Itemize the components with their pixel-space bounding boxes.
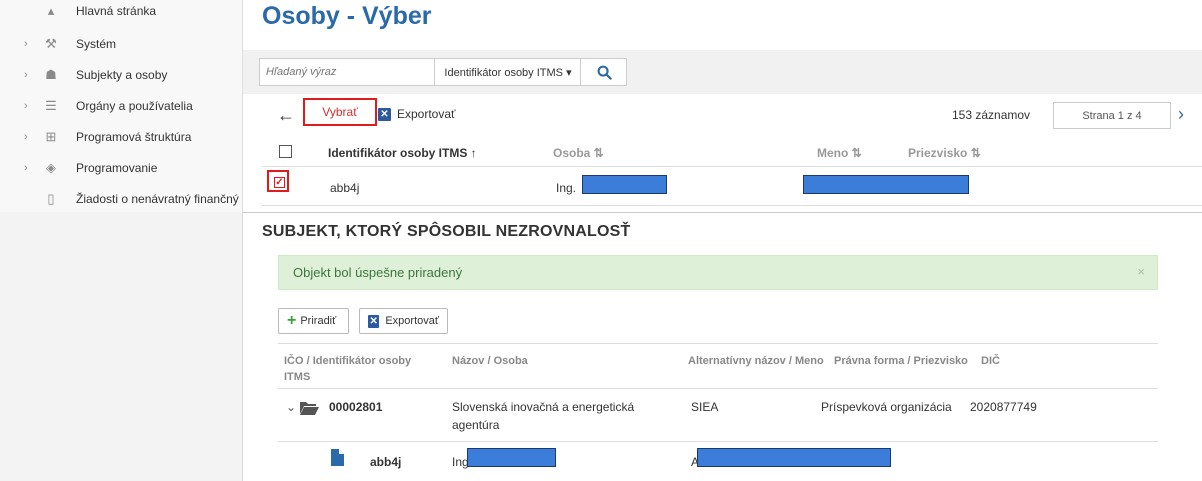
row-checkbox[interactable]: ✓: [274, 177, 285, 188]
redaction-block: [803, 175, 969, 194]
people-icon: ☗: [45, 67, 57, 82]
user-list-icon: ☰: [45, 98, 57, 113]
divider: [243, 212, 1202, 213]
search-input[interactable]: [260, 59, 434, 85]
table-row[interactable]: ✓ abb4j Ing.: [262, 167, 1202, 206]
excel-icon: ✕: [368, 314, 380, 328]
row-checkbox-highlight: ✓: [267, 170, 289, 192]
chevron-right-icon: ›: [24, 38, 28, 50]
table-row[interactable]: ⌄ 00002801 Slovenská inovačná a energeti…: [278, 388, 1158, 442]
subject-table-header: IČO / Identifikátor osoby ITMS Názov / O…: [278, 343, 1158, 389]
hierarchy-icon: ⊞: [45, 129, 57, 144]
select-button[interactable]: Vybrať: [303, 98, 377, 126]
wrench-icon: ⚒: [45, 36, 57, 51]
chevron-right-icon: ›: [24, 100, 28, 112]
cell-legal-form: Príspevková organizácia: [821, 400, 952, 414]
records-count: 153 záznamov: [952, 108, 1031, 122]
sidebar-menu: ▴ Hlavná stránka › ⚒ Systém › ☗ Subjekty…: [0, 0, 242, 212]
column-header-priezvisko[interactable]: Priezvisko ⇅: [908, 146, 981, 160]
column-header-osoba[interactable]: Osoba ⇅: [553, 146, 604, 160]
table-row[interactable]: abb4j Ing A: [278, 442, 1158, 481]
folder-open-icon: [300, 402, 319, 415]
alert-text: Objekt bol úspešne priradený: [293, 265, 463, 280]
back-arrow-icon[interactable]: ←: [277, 105, 295, 126]
assign-label: Priradiť: [300, 315, 337, 327]
export-button[interactable]: ✕ Exportovať: [378, 107, 456, 121]
redaction-block: [697, 448, 891, 467]
sidebar-item-organs[interactable]: › ☰ Orgány a používatelia: [0, 94, 242, 118]
results-table-header: Identifikátor osoby ITMS ↑ Osoba ⇅ Meno …: [262, 138, 1202, 167]
chevron-right-icon: ›: [24, 162, 28, 174]
sidebar-item-subjects[interactable]: › ☗ Subjekty a osoby: [0, 63, 242, 87]
chevron-right-icon: ›: [24, 69, 28, 81]
select-all-checkbox[interactable]: [279, 145, 292, 158]
export-label-2: Exportovať: [385, 315, 439, 327]
excel-icon: ✕: [378, 107, 391, 121]
export-label: Exportovať: [397, 107, 456, 121]
chevron-down-icon[interactable]: ⌄: [286, 398, 296, 416]
cell-id: abb4j: [330, 181, 360, 195]
export-button-2[interactable]: ✕ Exportovať: [359, 308, 448, 334]
page-selector[interactable]: Strana 1 z 4: [1053, 102, 1171, 129]
home-icon: ▴: [47, 3, 55, 18]
next-page-icon[interactable]: ›: [1178, 104, 1184, 125]
column-header-alt-name[interactable]: Alternatívny názov / Meno: [688, 353, 824, 369]
cell-dic: 2020877749: [970, 400, 1037, 414]
column-header-name[interactable]: Názov / Osoba: [452, 353, 528, 369]
section-title: SUBJEKT, KTORÝ SPÔSOBIL NEZROVNALOSŤ: [262, 223, 631, 240]
page-title: Osoby - Výber: [262, 2, 432, 30]
cell-ico: abb4j: [370, 455, 402, 469]
document-icon: ▯: [47, 191, 55, 206]
sidebar-item-system[interactable]: › ⚒ Systém: [0, 32, 242, 56]
column-header-id[interactable]: Identifikátor osoby ITMS ↑: [328, 146, 477, 160]
sidebar-item-programming[interactable]: › ◈ Programovanie: [0, 156, 242, 180]
success-alert: Objekt bol úspešne priradený ×: [278, 255, 1158, 290]
cell-alt-name: SIEA: [691, 400, 719, 414]
chevron-right-icon: ›: [24, 131, 28, 143]
cell-osoba: Ing.: [556, 181, 577, 195]
search-field-select[interactable]: Identifikátor osoby ITMS ▾: [434, 59, 581, 85]
column-header-meno[interactable]: Meno ⇅: [817, 146, 862, 160]
cell-name: Slovenská inovačná a energetická agentúr…: [452, 400, 635, 432]
close-icon[interactable]: ×: [1137, 264, 1145, 279]
sidebar-item-program-structure[interactable]: › ⊞ Programová štruktúra: [0, 125, 242, 149]
column-header-ico[interactable]: IČO / Identifikátor osoby ITMS: [284, 353, 424, 385]
sidebar-item-applications[interactable]: ▯ Žiadosti o nenávratný finančný: [0, 187, 242, 211]
redaction-block: [467, 448, 556, 467]
boxes-icon: ◈: [46, 160, 56, 175]
plus-icon: +: [287, 312, 297, 329]
document-icon: [331, 449, 344, 466]
column-header-dic[interactable]: DIČ: [981, 353, 1000, 369]
column-header-legal-form[interactable]: Právna forma / Priezvisko: [834, 353, 968, 369]
search-box: Identifikátor osoby ITMS ▾: [259, 58, 627, 86]
sidebar-item-home[interactable]: ▴ Hlavná stránka: [0, 0, 242, 23]
cell-ico: 00002801: [329, 400, 383, 414]
redaction-block: [582, 175, 667, 194]
search-icon: [597, 65, 612, 80]
assign-button[interactable]: + Priradiť: [278, 308, 349, 334]
search-button[interactable]: [580, 59, 627, 85]
